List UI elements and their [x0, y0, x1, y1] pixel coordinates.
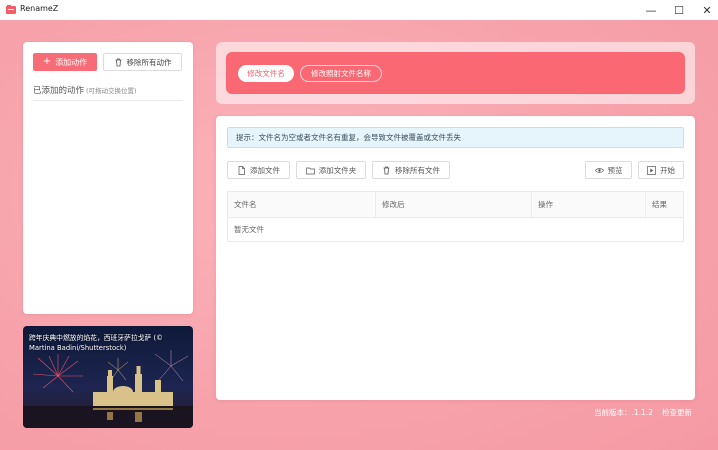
start-button[interactable]: 开始 — [638, 161, 684, 179]
plus-icon: + — [42, 56, 52, 67]
drag-hint: (可拖动交换位置) — [86, 87, 137, 95]
tab-rename-files[interactable]: 修改文件名 — [238, 65, 294, 82]
trash-icon — [115, 58, 121, 66]
title-bar: RenameZ — ☐ ✕ — [0, 0, 718, 20]
wallpaper-card[interactable]: 跨年庆典中燃放的焰花，西班牙萨拉戈萨 (© Martina Badini/Shu… — [23, 326, 193, 428]
preview-button[interactable]: 预览 — [585, 161, 632, 179]
app-title: RenameZ — [20, 4, 59, 13]
version-label: 当前版本：.1.1.2 — [594, 408, 653, 417]
app-logo-icon — [6, 5, 16, 14]
file-table: 文件名 修改后 操作 结果 暂无文件 — [227, 191, 684, 242]
play-icon — [647, 165, 656, 175]
maximize-icon: ☐ — [674, 3, 684, 17]
add-action-label: 添加动作 — [55, 57, 88, 67]
add-action-button[interactable]: + 添加动作 — [33, 53, 97, 71]
column-header-renamed: 修改后 — [376, 192, 532, 217]
add-folder-button[interactable]: 添加文件夹 — [296, 161, 366, 179]
trash-icon — [383, 166, 390, 174]
minimize-button[interactable]: — — [636, 0, 666, 20]
start-label: 开始 — [660, 165, 675, 175]
remove-all-files-label: 移除所有文件 — [395, 165, 440, 175]
check-update-link[interactable]: 检查更新 — [662, 407, 692, 418]
add-folder-label: 添加文件夹 — [318, 165, 357, 175]
preview-label: 预览 — [607, 165, 623, 175]
add-file-button[interactable]: 添加文件 — [227, 161, 290, 179]
remove-all-actions-button[interactable]: 移除所有动作 — [103, 53, 182, 71]
empty-table-message: 暂无文件 — [234, 225, 264, 234]
folder-icon — [305, 167, 315, 174]
eye-icon — [594, 167, 604, 173]
added-actions-title: 已添加的动作 — [33, 86, 85, 96]
tab-rename-mapped[interactable]: 修改照射文件名称 — [300, 65, 382, 82]
file-icon — [238, 165, 245, 175]
column-header-filename: 文件名 — [228, 192, 376, 217]
minimize-icon: — — [645, 3, 657, 17]
tip-banner: 提示：文件名为空或者文件名有重复，会导致文件被覆盖或文件丢失 — [227, 127, 684, 148]
table-header: 文件名 修改后 操作 结果 — [228, 192, 683, 218]
mode-tab-bar: 修改文件名 修改照射文件名称 — [226, 52, 685, 94]
column-header-operation: 操作 — [532, 192, 646, 217]
remove-all-actions-label: 移除所有动作 — [126, 57, 172, 67]
column-header-result: 结果 — [652, 200, 667, 209]
maximize-button[interactable]: ☐ — [664, 0, 694, 20]
actions-panel: + 添加动作 移除所有动作 已添加的动作 (可拖动交换位置) — [23, 42, 193, 314]
remove-all-files-button[interactable]: 移除所有文件 — [372, 161, 450, 179]
mode-tab-card: 修改文件名 修改照射文件名称 — [216, 42, 695, 104]
close-button[interactable]: ✕ — [692, 0, 718, 20]
add-file-label: 添加文件 — [250, 165, 280, 175]
files-panel: 提示：文件名为空或者文件名有重复，会导致文件被覆盖或文件丢失 添加文件 添加文件… — [216, 116, 695, 400]
close-icon: ✕ — [702, 3, 712, 17]
added-actions-heading: 已添加的动作 (可拖动交换位置) — [33, 84, 183, 101]
wallpaper-caption: 跨年庆典中燃放的焰花，西班牙萨拉戈萨 (© Martina Badini/Shu… — [29, 334, 163, 352]
